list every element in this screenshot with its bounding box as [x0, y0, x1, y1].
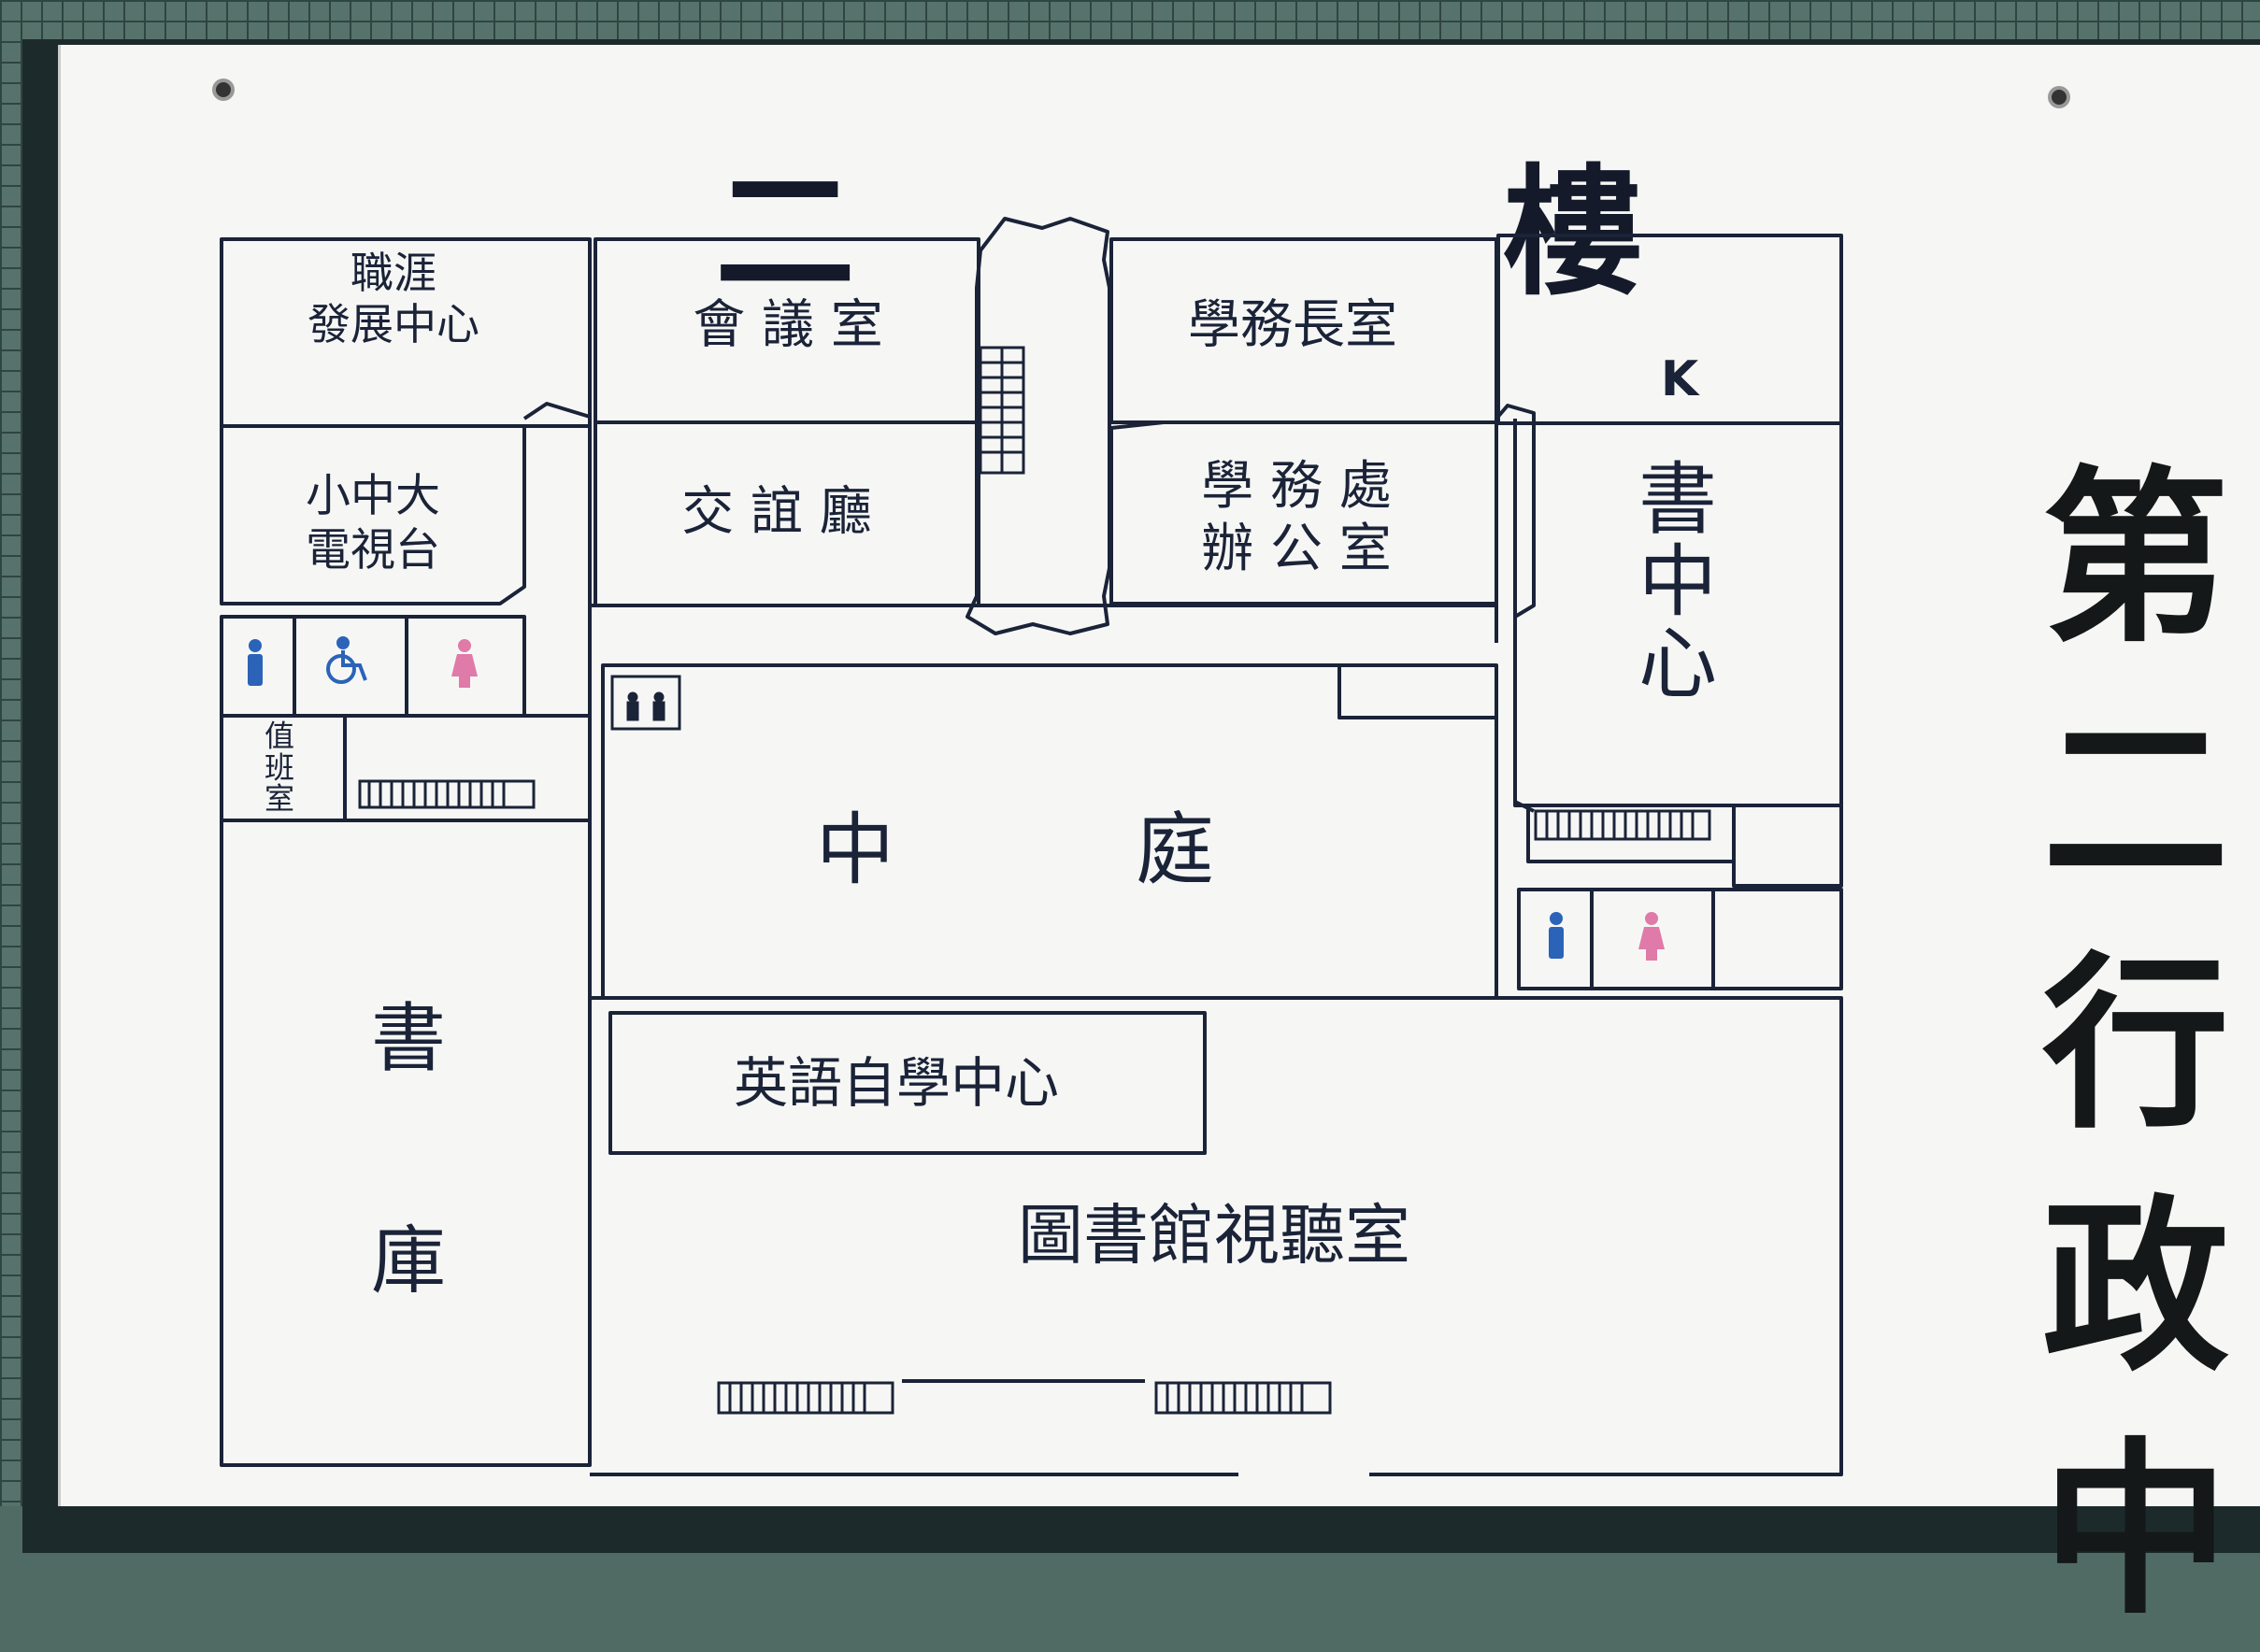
- staircase-icon: [717, 1379, 1332, 1415]
- label-duty-room: 值 班 室: [264, 718, 295, 817]
- elevator-icon: [610, 675, 681, 731]
- label-dean-office: 學務長室: [1188, 294, 1397, 356]
- female-restroom-icon: [1638, 912, 1665, 961]
- label-meeting-room: 會 議 室: [693, 294, 883, 356]
- staircase-icon: [1534, 809, 1711, 841]
- courtyard: [601, 663, 1498, 1000]
- accessible-icon: [326, 636, 367, 684]
- label-courtyard-b: 庭: [1135, 804, 1215, 896]
- label-k-room: K: [1660, 350, 1699, 407]
- label-social-hall: 交 誼 廳: [681, 481, 872, 543]
- male-restroom-icon: [248, 639, 263, 686]
- label-english-center: 英語自學中心: [733, 1051, 1060, 1116]
- floor-plan-board: 二 樓 職涯 發展中心 會 議 室 學務長室 K 交 誼 廳 學 務 處 辦 公…: [58, 45, 2260, 1640]
- male-restroom-icon: [1549, 912, 1564, 959]
- label-tv-station: 小中大 電視台: [305, 469, 441, 576]
- stair-corridor: [966, 217, 1111, 635]
- label-student-affairs: 學 務 處 辦 公 室: [1201, 455, 1392, 579]
- staircase-icon: [358, 779, 536, 809]
- room-stack: [220, 819, 592, 1467]
- label-study-center: 書 中 心: [1638, 453, 1718, 711]
- staircase-icon: [979, 346, 1025, 475]
- label-courtyard-a: 中: [815, 804, 895, 896]
- label-av-room: 圖書館視聽室: [1018, 1197, 1410, 1274]
- building-name-vertical: 第二行政中: [2042, 449, 2230, 1640]
- label-career-center: 職涯 發展中心: [308, 247, 479, 349]
- label-stack-a: 書: [371, 995, 446, 1082]
- label-stack-b: 庫: [371, 1218, 446, 1304]
- female-restroom-icon: [451, 639, 478, 688]
